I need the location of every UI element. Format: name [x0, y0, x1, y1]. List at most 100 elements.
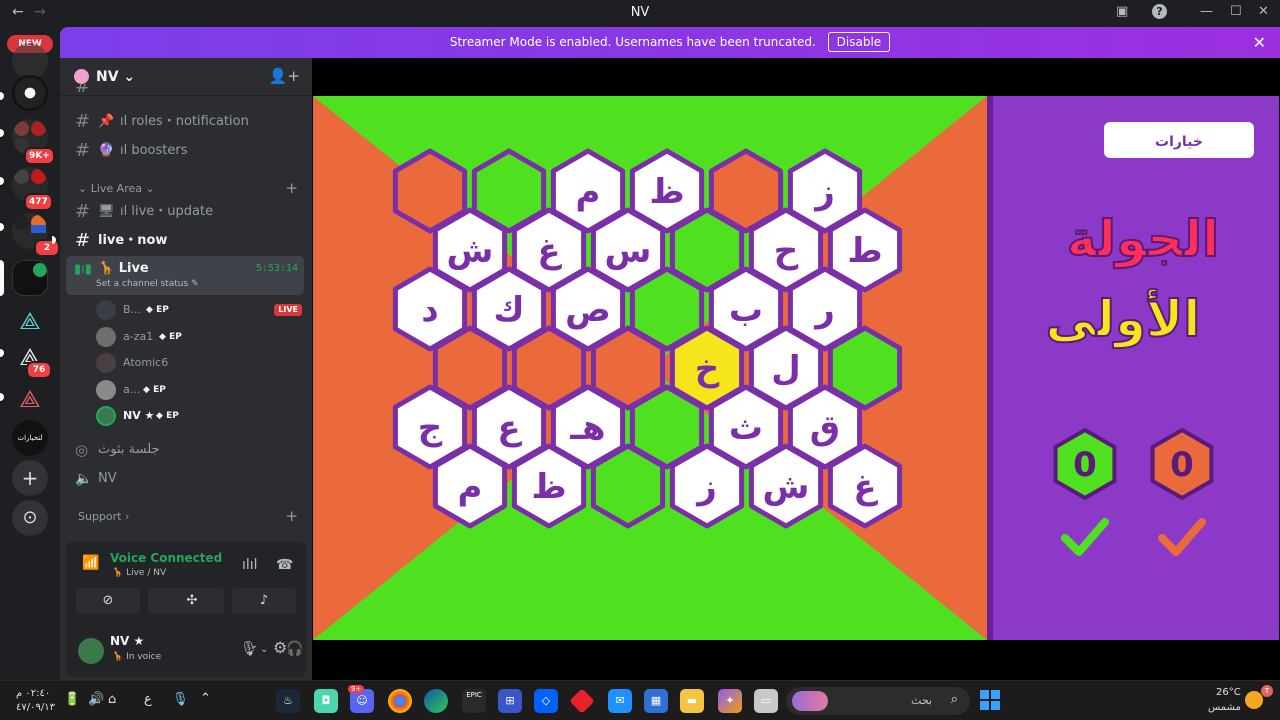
channel-item-boosters[interactable]: # 🔮 ıl boosters: [68, 138, 304, 164]
weather-temp[interactable]: 26°C: [1216, 687, 1241, 698]
dropbox-app-icon[interactable]: ◇: [534, 689, 558, 713]
chevron-down-icon[interactable]: ⌄: [260, 644, 268, 655]
app-icon[interactable]: ◘: [314, 689, 338, 713]
channel-label: NV: [98, 471, 117, 486]
channel-item-live-update[interactable]: # 🖥 ıl live・update: [68, 199, 304, 225]
user-name: B...: [123, 303, 142, 316]
hex-letter: د: [421, 290, 438, 330]
banner-message: Streamer Mode is enabled. Usernames have…: [449, 35, 816, 49]
hex-letter: م: [458, 467, 483, 507]
ep-tag: ◆ EP: [143, 385, 166, 395]
epic-games-app-icon[interactable]: EPIC: [462, 689, 486, 713]
voice-user[interactable]: a-za1 ◆ EP: [94, 325, 304, 349]
copilot-app-icon[interactable]: ✦: [718, 689, 742, 713]
sun-icon[interactable]: [1245, 691, 1263, 709]
add-channel-icon[interactable]: +: [285, 179, 298, 197]
camera-off-button[interactable]: ⊘: [76, 588, 140, 614]
server-icon-active[interactable]: [12, 260, 48, 296]
clock-time[interactable]: ٠٢:٤٠ م: [16, 688, 50, 699]
channel-item-truncated[interactable]: #: [68, 84, 304, 98]
weather-condition[interactable]: مشمس: [1208, 702, 1241, 713]
server-rail: NEW 9K+ 477 2 ⟁ ⟁ 76 ⟁ لتخيارات + ⊙: [0, 27, 60, 680]
channel-status[interactable]: Set a channel status ✎: [96, 279, 199, 289]
voice-user[interactable]: a... ◆ EP: [94, 378, 304, 402]
network-icon[interactable]: ⌂: [108, 692, 116, 707]
hex-letter: ر: [813, 290, 835, 330]
channel-label: live・now: [98, 233, 168, 248]
category-support[interactable]: Support ›: [78, 510, 129, 523]
pin-icon: 📌: [98, 114, 115, 129]
hex-letter: ب: [729, 290, 763, 330]
clock-date[interactable]: ٤٧/٠٩/١٣: [16, 702, 55, 713]
orange-score-value: 0: [1170, 445, 1194, 485]
user-name: NV ★: [123, 409, 155, 422]
channel-item-stage[interactable]: ◎ جلسة بثوث: [68, 437, 304, 463]
search-placeholder: بحث: [911, 694, 932, 707]
maximize-button[interactable]: ☐: [1230, 4, 1242, 19]
inbox-icon[interactable]: ▣: [1116, 4, 1128, 19]
channel-item-roles[interactable]: # 📌 ıl roles・notification: [68, 109, 304, 135]
user-name[interactable]: NV ★: [110, 634, 144, 648]
category-live-area[interactable]: ⌄ Live Area ⌄: [78, 182, 155, 195]
chevron-up-icon[interactable]: ⌃: [200, 691, 211, 706]
steam-app-icon[interactable]: ♨: [276, 689, 300, 713]
add-server-icon[interactable]: +: [12, 460, 48, 496]
app-icon[interactable]: [569, 688, 595, 714]
channel-item-live-now[interactable]: # live・now: [68, 228, 304, 254]
voice-channel-live[interactable]: ▮ı▮ 🦒 Live Set a channel status ✎ 5:53:1…: [66, 256, 304, 295]
user-name: a...: [123, 383, 141, 396]
activities-button[interactable]: ✣: [160, 588, 224, 614]
file-explorer-icon[interactable]: ▬: [680, 689, 704, 713]
input-language[interactable]: ع: [144, 692, 152, 707]
app-icon[interactable]: ⊞: [498, 689, 522, 713]
mention-badge: 9K+: [24, 147, 55, 165]
server-icon[interactable]: ⟁: [12, 381, 48, 417]
chrome-app-icon[interactable]: [388, 689, 412, 713]
close-window-button[interactable]: ✕: [1258, 4, 1269, 19]
help-icon[interactable]: ?: [1152, 4, 1167, 19]
server-icon[interactable]: [12, 75, 48, 111]
disconnect-icon[interactable]: ☎: [276, 557, 293, 573]
stage-icon: ◎: [75, 441, 89, 459]
voice-connected-label[interactable]: Voice Connected: [110, 551, 222, 565]
channel-item-nv-voice[interactable]: 🔈 NV: [68, 466, 304, 492]
voice-location[interactable]: 🦒 Live / NV: [112, 568, 166, 578]
server-icon[interactable]: لتخيارات: [12, 420, 48, 456]
chevron-down-icon[interactable]: ⌄: [250, 640, 258, 651]
hex-letter: ط: [847, 231, 882, 271]
discover-icon[interactable]: ⊙: [12, 500, 48, 536]
selected-pill: [0, 260, 4, 296]
voice-user[interactable]: Atomic6: [94, 351, 304, 375]
battery-icon[interactable]: 🔋: [64, 692, 80, 707]
volume-icon[interactable]: 🔊: [88, 692, 104, 707]
settings-gear-icon[interactable]: ⚙: [273, 638, 287, 657]
voice-user[interactable]: NV ★ ◆ EP: [94, 404, 304, 428]
disable-streamer-mode-button[interactable]: Disable: [827, 32, 891, 52]
minimize-button[interactable]: —: [1200, 4, 1213, 19]
game-board[interactable]: م ظ ز ش غ س ح ط د ك ص ب ر خ ل ج ع هـ ث ق م ظ ز ش غ خيارات الجولة ال…: [313, 96, 1279, 640]
close-banner-icon[interactable]: ✕: [1253, 27, 1266, 58]
channel-sidebar: NV ⌄ 👤+ # # 📌 ıl roles・notification # 🔮 …: [52, 58, 312, 680]
game-board-screen[interactable]: م ظ ز ش غ س ح ط د ك ص ب ر خ ل ج ع هـ ث ق م ظ ز ش غ خيارات الجولة ال…: [313, 96, 1279, 640]
avatar[interactable]: [78, 638, 104, 664]
app-icon[interactable]: ✉: [608, 689, 632, 713]
store-app-icon[interactable]: ▦: [644, 689, 668, 713]
headphones-icon[interactable]: 🎧: [286, 641, 303, 657]
soundboard-button[interactable]: ♪: [232, 588, 296, 614]
voice-user[interactable]: B... ◆ EP LIVE: [94, 298, 304, 322]
server-icon[interactable]: [12, 43, 48, 79]
windows-start-icon[interactable]: [980, 690, 1000, 710]
user-status: 🦒 In voice: [112, 652, 162, 662]
noise-suppression-icon[interactable]: ılıl: [242, 557, 258, 573]
avatar: [96, 327, 116, 347]
app-icon[interactable]: ▭: [754, 689, 778, 713]
add-channel-icon[interactable]: +: [285, 507, 298, 525]
taskbar-search[interactable]: بحث ⌕: [786, 687, 970, 715]
server-name: NV ⌄: [96, 69, 136, 85]
signal-icon[interactable]: 📶: [82, 555, 99, 571]
stream-view[interactable]: م ظ ز ش غ س ح ط د ك ص ب ر خ ل ج ع هـ ث ق م ظ ز ش غ خيارات الجولة ال…: [312, 58, 1280, 680]
server-icon[interactable]: ⟁: [12, 303, 48, 339]
microphone-in-use-icon[interactable]: 🎙: [172, 692, 189, 707]
invite-people-icon[interactable]: 👤+: [269, 67, 300, 85]
edge-app-icon[interactable]: [424, 689, 448, 713]
